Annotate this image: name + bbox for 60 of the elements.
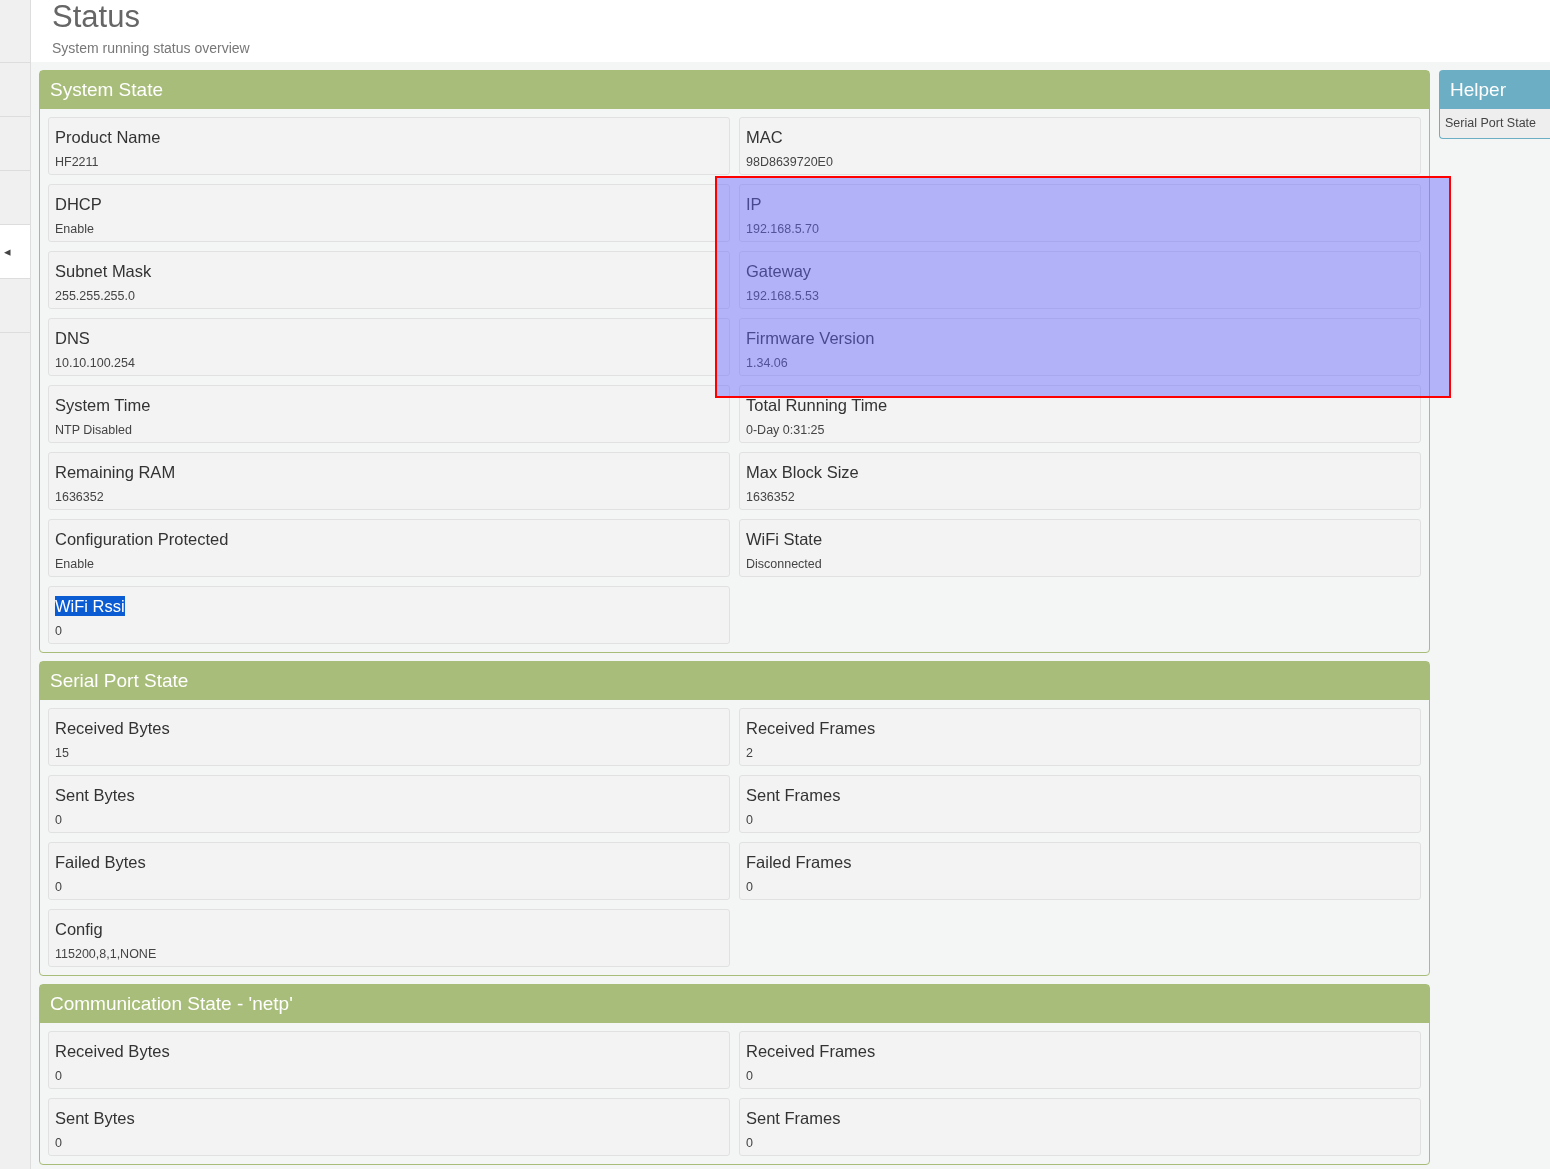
item-label: Received Bytes [55, 718, 170, 738]
item-label: IP [746, 194, 762, 214]
item-label: Gateway [746, 261, 812, 281]
item-value: 0 [55, 623, 63, 640]
item-label: Sent Bytes [55, 1108, 135, 1128]
item-label: Sent Bytes [55, 785, 135, 805]
item-label: DHCP [55, 194, 102, 214]
item-label: WiFi Rssi [55, 596, 125, 616]
item-value: 1636352 [55, 489, 105, 506]
item-value: 0 [746, 879, 754, 896]
item-value: NTP Disabled [55, 422, 133, 439]
item-value: HF2211 [55, 154, 100, 171]
item-value: Enable [55, 556, 95, 573]
item-value: 115200,8,1,NONE [55, 946, 158, 963]
item-label: Received Bytes [55, 1041, 170, 1061]
item-label: Sent Frames [746, 785, 841, 805]
item-label: System Time [55, 395, 151, 415]
item-value: Enable [55, 221, 95, 238]
panel-title: Communication State - 'netp' [40, 985, 1429, 1023]
item-label: Remaining RAM [55, 462, 176, 482]
item-label: Firmware Version [746, 328, 875, 348]
item-label: Subnet Mask [55, 261, 152, 281]
collapse-arrow-icon[interactable]: ◂ [4, 245, 11, 258]
item-value: 192.168.5.70 [746, 221, 820, 238]
item-value: 0 [55, 812, 63, 829]
item-label: Failed Bytes [55, 852, 146, 872]
item-value: 0 [55, 879, 63, 896]
item-value: 2 [746, 745, 754, 762]
item-label: Failed Frames [746, 852, 852, 872]
item-value: 192.168.5.53 [746, 288, 820, 305]
item-value: 15 [55, 745, 70, 762]
item-value: Disconnected [746, 556, 823, 573]
item-label: DNS [55, 328, 90, 348]
item-value: 0 [746, 1135, 754, 1152]
item-value: 255.255.255.0 [55, 288, 136, 305]
item-label: Config [55, 919, 103, 939]
item-label: Received Frames [746, 718, 876, 738]
item-value: 1.34.06 [746, 355, 789, 372]
item-label: Product Name [55, 127, 161, 147]
item-value: 98D8639720E0 [746, 154, 834, 171]
item-label: WiFi State [746, 529, 823, 549]
item-label: Total Running Time [746, 395, 888, 415]
item-label: Sent Frames [746, 1108, 841, 1128]
item-label: Received Frames [746, 1041, 876, 1061]
item-value: 0 [746, 1068, 754, 1085]
item-value: 0 [55, 1068, 63, 1085]
item-value: 0 [55, 1135, 63, 1152]
page-title: Status [52, 0, 141, 34]
page-subtitle: System running status overview [52, 39, 251, 58]
item-value: 0 [746, 812, 754, 829]
item-value: 10.10.100.254 [55, 355, 136, 372]
item-label: MAC [746, 127, 783, 147]
panel-title: System State [40, 71, 1429, 109]
item-value: 0-Day 0:31:25 [746, 422, 826, 439]
helper-title: Helper [1440, 71, 1550, 109]
item-value: 1636352 [746, 489, 796, 506]
panel-title: Serial Port State [40, 662, 1429, 700]
item-label: Max Block Size [746, 462, 859, 482]
helper-link[interactable]: Serial Port State [1440, 109, 1550, 138]
item-label: Configuration Protected [55, 529, 229, 549]
